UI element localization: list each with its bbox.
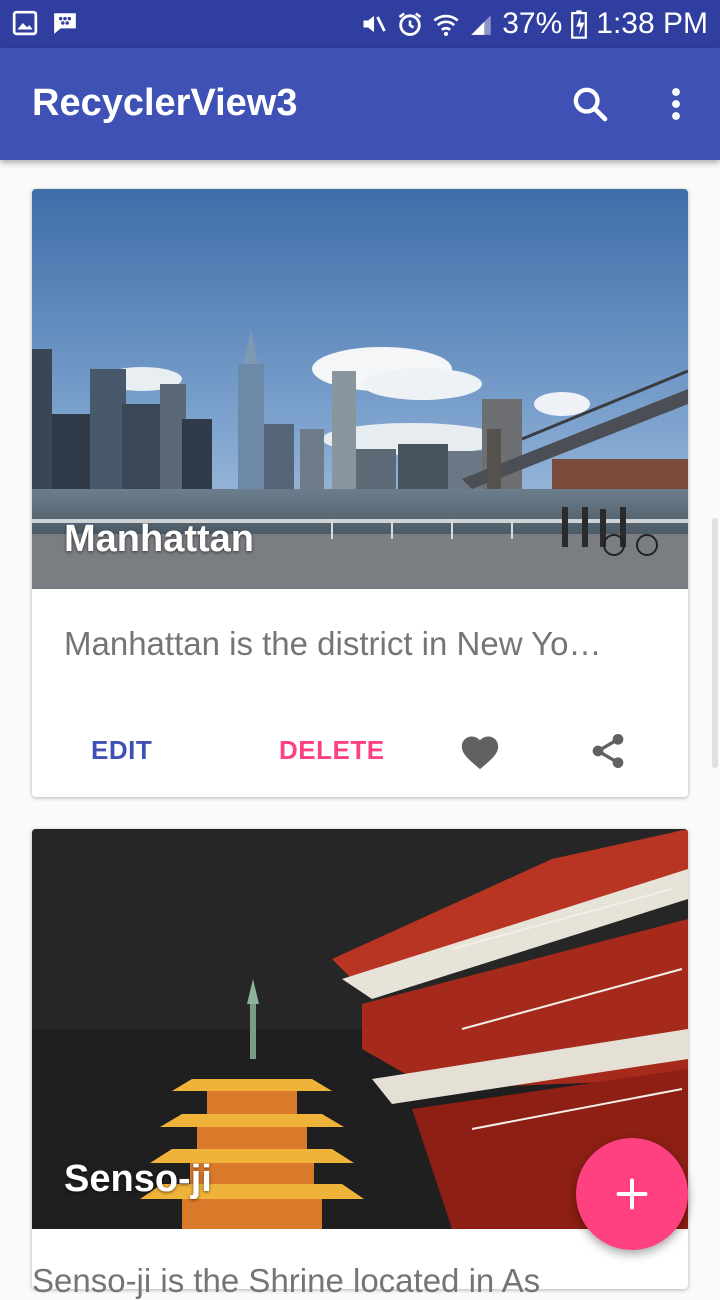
app-title: RecyclerView3 (32, 82, 298, 124)
overflow-menu-button[interactable] (652, 80, 700, 128)
share-button[interactable] (584, 727, 632, 775)
mute-icon (363, 15, 386, 33)
scrollbar[interactable] (712, 518, 718, 768)
status-bar: 37% 1:38 PM (0, 0, 720, 48)
add-icon (616, 1178, 648, 1210)
card-title: Manhattan (64, 518, 254, 560)
edit-button[interactable]: EDIT (91, 735, 152, 766)
clock: 1:38 PM (596, 7, 708, 40)
search-icon (573, 87, 608, 122)
share-icon (592, 734, 624, 768)
bbm-icon (54, 13, 76, 34)
heart-icon (461, 736, 499, 770)
signal-icon (471, 15, 491, 35)
manhattan-image: Manhattan (32, 189, 688, 589)
battery-percent: 37% (502, 7, 563, 40)
add-fab-button[interactable] (576, 1138, 688, 1250)
place-card[interactable]: Manhattan Manhattan is the district in N… (32, 189, 688, 797)
card-title: Senso-ji (64, 1158, 212, 1200)
app-bar: RecyclerView3 (0, 48, 720, 160)
card-description: Senso-ji is the Shrine located in As (32, 1262, 541, 1299)
card-description: Manhattan is the district in New Yo… (64, 625, 602, 662)
wifi-icon (433, 14, 459, 37)
delete-button[interactable]: DELETE (279, 735, 385, 766)
battery-charging-icon (571, 10, 588, 39)
card-actions: EDIT DELETE (32, 717, 688, 787)
search-button[interactable] (566, 80, 614, 128)
favorite-button[interactable] (456, 727, 504, 775)
more-vert-icon (672, 88, 680, 120)
gallery-icon (12, 10, 38, 36)
alarm-icon (398, 12, 422, 36)
